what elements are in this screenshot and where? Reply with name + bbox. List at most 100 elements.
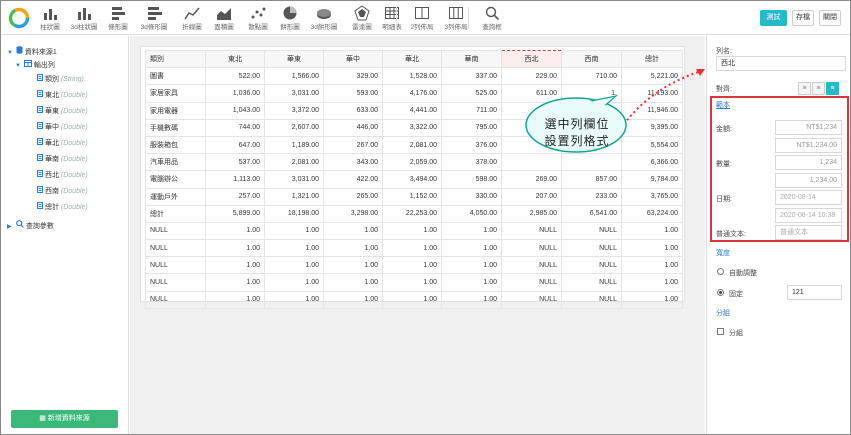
table-cell[interactable]: 2,059.00 (382, 153, 442, 172)
table-cell[interactable]: 1.00 (264, 239, 324, 258)
date-format-2[interactable]: 2020-08-14 10:38 (775, 208, 842, 223)
table-cell[interactable]: 1,528.00 (382, 67, 442, 86)
table-cell[interactable]: 3,494.00 (382, 170, 442, 189)
table-cell[interactable]: 329.00 (323, 67, 383, 86)
tree-field[interactable]: 華中 (Double) (37, 122, 88, 134)
table-cell[interactable]: 2,985.00 (501, 204, 562, 223)
table-cell[interactable]: NULL (561, 239, 622, 258)
table-cell[interactable]: 711.00 (441, 101, 502, 120)
table-cell[interactable]: 運動戶外 (145, 187, 206, 206)
column-header[interactable]: 類別 (145, 49, 206, 69)
tree-field[interactable]: 東北 (Double) (37, 90, 88, 102)
number-format-1[interactable]: 1,234 (775, 155, 842, 170)
text-format-input[interactable]: 普通文本 (775, 225, 842, 240)
table-cell[interactable]: 3,298.00 (323, 204, 383, 223)
tree-datasource[interactable]: ▼ 資料來源1 (7, 46, 57, 58)
table-cell[interactable]: 1,113.00 (205, 170, 265, 189)
table-cell[interactable]: 1.00 (621, 256, 683, 275)
table-cell[interactable]: 1.00 (382, 239, 442, 258)
table-cell[interactable]: NULL (145, 273, 206, 292)
table-cell[interactable]: NULL (145, 239, 206, 258)
fixed-width-input[interactable]: 121 (787, 285, 842, 300)
tree-field[interactable]: 華南 (Double) (37, 154, 88, 166)
table-cell[interactable]: 1.00 (382, 273, 442, 292)
tree-query-params[interactable]: ▶ 查詢參數 (7, 220, 54, 232)
toolbar-item-horizontal-bar-3d-chart[interactable]: 3d條形圖 (137, 4, 171, 32)
auto-width-radio[interactable] (717, 268, 724, 275)
table-cell[interactable]: 376.00 (441, 135, 502, 155)
table-cell[interactable]: 1,321.00 (264, 187, 324, 206)
table-cell[interactable]: 3,031.00 (264, 170, 324, 189)
table-cell[interactable]: 3,322.00 (382, 118, 442, 137)
tree-field[interactable]: 類別 (String) (37, 74, 84, 86)
toolbar-item-pie-3d-chart[interactable]: 3d餅形圖 (307, 4, 341, 32)
align-center-icon[interactable]: ≡ (812, 82, 825, 95)
table-cell[interactable]: NULL (145, 256, 206, 275)
table-cell[interactable]: 18,198.00 (264, 204, 324, 223)
table-cell[interactable]: 63,224.00 (621, 204, 683, 223)
table-cell[interactable]: NULL (501, 273, 562, 292)
table-cell[interactable]: 1,036.00 (205, 84, 265, 103)
tree-field[interactable]: 華北 (Double) (37, 138, 88, 150)
table-cell[interactable]: 330.00 (441, 187, 502, 206)
toolbar-item-area-chart[interactable]: 面積圖 (207, 4, 241, 32)
table-cell[interactable]: 1.00 (441, 256, 502, 275)
table-cell[interactable]: 1.00 (621, 290, 683, 309)
table-cell[interactable]: 6,541.00 (561, 204, 622, 223)
number-format-2[interactable]: 1,234.00 (775, 173, 842, 188)
table-cell[interactable]: 378.00 (441, 153, 502, 172)
table-cell[interactable]: NULL (501, 239, 562, 258)
table-cell[interactable]: 1,043.00 (205, 101, 265, 120)
table-cell[interactable]: 2,607.00 (264, 118, 324, 137)
table-cell[interactable]: 汽車用品 (145, 153, 206, 172)
table-cell[interactable]: 1.00 (382, 290, 442, 309)
table-cell[interactable]: 1.00 (441, 239, 502, 258)
tree-field[interactable]: 華東 (Double) (37, 106, 88, 118)
table-cell[interactable]: 3,372.00 (264, 101, 324, 120)
table-cell[interactable]: 1.00 (323, 256, 383, 275)
toolbar-item-bar-chart[interactable]: 柱狀圖 (33, 4, 67, 32)
table-cell[interactable]: 265.00 (323, 187, 383, 206)
toolbar-item-two-column-layout[interactable]: 2列佈局 (405, 4, 439, 32)
table-cell[interactable]: 4,050.00 (441, 204, 502, 223)
align-left-icon[interactable]: ≡ (798, 82, 811, 95)
table-cell[interactable]: 3,765.00 (621, 187, 683, 206)
toolbar-item-scatter-chart[interactable]: 散點圖 (241, 4, 275, 32)
table-cell[interactable]: 家用電器 (145, 101, 206, 120)
table-cell[interactable]: 4,441.00 (382, 101, 442, 120)
table-cell[interactable]: 633.00 (323, 101, 383, 120)
table-cell[interactable]: NULL (561, 273, 622, 292)
table-cell[interactable]: 522.00 (205, 67, 265, 86)
table-cell[interactable]: 電腦辦公 (145, 170, 206, 189)
table-cell[interactable]: 1.00 (205, 239, 265, 258)
table-cell[interactable]: 1.00 (264, 221, 324, 241)
table-cell[interactable]: 1.00 (264, 273, 324, 292)
colname-input[interactable]: 西北 (716, 56, 846, 71)
table-cell[interactable]: 1.00 (205, 290, 265, 309)
table-cell[interactable]: 手機數碼 (145, 118, 206, 137)
table-cell[interactable]: 446.00 (323, 118, 383, 137)
table-cell[interactable]: NULL (145, 221, 206, 241)
table-cell[interactable]: 2,081.00 (382, 135, 442, 155)
table-cell[interactable]: 家居家具 (145, 84, 206, 103)
table-cell[interactable]: NULL (145, 290, 206, 309)
table-cell[interactable]: 1.00 (323, 221, 383, 241)
toolbar-item-detail-table[interactable]: 明細表 (375, 4, 409, 32)
column-header[interactable]: 東北 (205, 49, 265, 69)
table-cell[interactable]: 233.00 (561, 187, 622, 206)
table-cell[interactable]: 服裝箱包 (145, 135, 206, 155)
tree-field[interactable]: 總計 (Double) (37, 202, 88, 214)
table-cell[interactable]: 257.00 (205, 187, 265, 206)
table-cell[interactable]: 537.00 (205, 153, 265, 172)
table-cell[interactable]: 422.00 (323, 170, 383, 189)
table-cell[interactable]: 4,176.00 (382, 84, 442, 103)
table-cell[interactable]: 1.00 (621, 239, 683, 258)
table-cell[interactable]: 1.00 (621, 221, 683, 241)
date-format-1[interactable]: 2020-08-14 (775, 190, 842, 205)
table-cell[interactable]: 337.00 (441, 67, 502, 86)
table-cell[interactable]: 1.00 (264, 290, 324, 309)
caret-down-icon[interactable]: ▼ (15, 60, 22, 72)
table-cell[interactable]: 1.00 (382, 221, 442, 241)
table-cell[interactable]: 1,566.00 (264, 67, 324, 86)
table-cell[interactable]: 647.00 (205, 135, 265, 155)
